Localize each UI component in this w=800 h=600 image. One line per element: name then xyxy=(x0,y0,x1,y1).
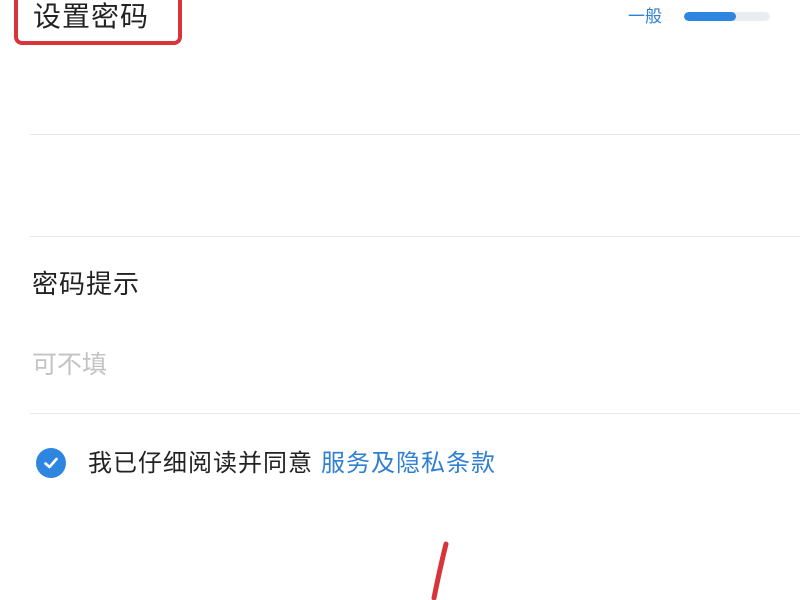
divider xyxy=(30,134,800,135)
agree-checkbox[interactable] xyxy=(36,448,66,478)
password-hint-label: 密码提示 xyxy=(32,270,141,300)
check-icon xyxy=(44,457,58,469)
password-input[interactable] xyxy=(30,60,774,132)
privacy-terms-link[interactable]: 服务及隐私条款 xyxy=(321,449,496,477)
password-strength-bar xyxy=(684,12,770,21)
divider xyxy=(30,236,800,237)
agreement-row: 我已仔细阅读并同意 服务及隐私条款 xyxy=(88,446,496,480)
password-hint-input[interactable] xyxy=(30,340,774,388)
agreement-text: 我已仔细阅读并同意 xyxy=(88,449,313,477)
password-strength-fill xyxy=(684,12,736,21)
annotation-arrow-icon xyxy=(431,541,449,600)
page-title: 设置密码 xyxy=(33,0,150,33)
set-password-page: 设置密码 一般 密码提示 我已仔细阅读并同意服务及隐私条款 xyxy=(0,0,800,600)
password-strength-label: 一般 xyxy=(628,7,662,27)
confirm-password-input[interactable] xyxy=(30,150,774,232)
divider xyxy=(30,413,800,414)
